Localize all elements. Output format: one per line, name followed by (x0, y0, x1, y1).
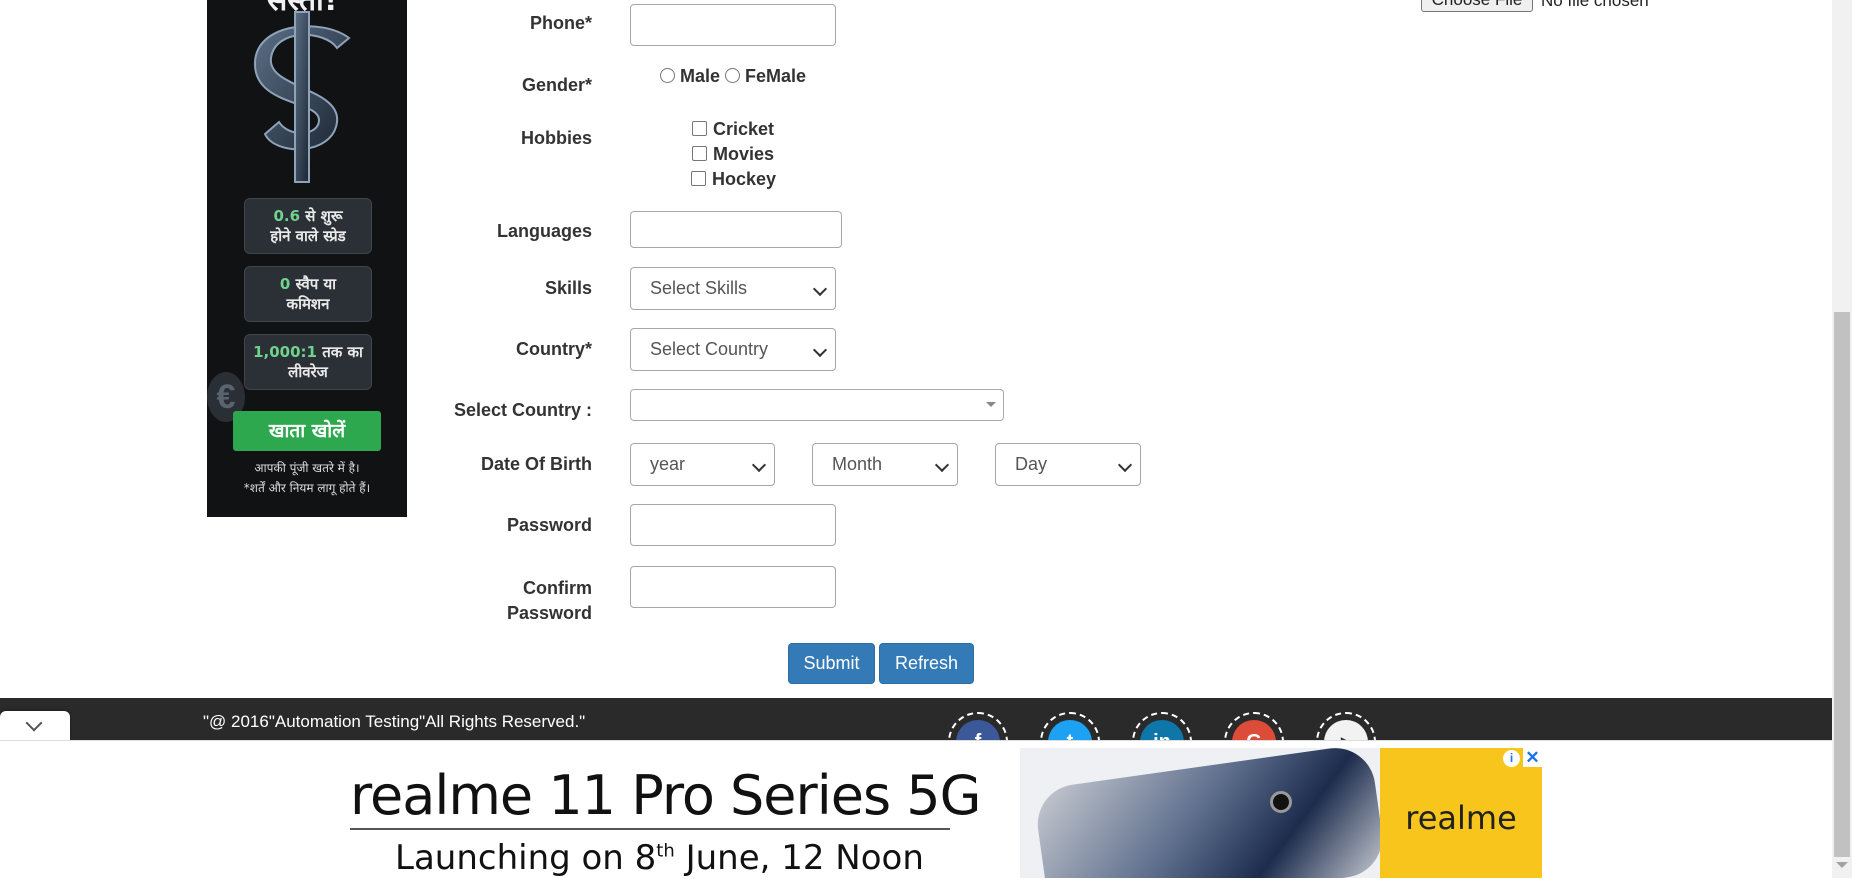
confirm-password-label: Confirm Password (507, 576, 592, 626)
ad-disclaimer-line-2: *शर्तें और नियम लागू होते हैं। (243, 481, 371, 495)
ad-sub-post: June, 12 Noon (674, 838, 924, 878)
bottom-advertisement[interactable]: realme 11 Pro Series 5G Launching on 8th… (287, 748, 1542, 878)
ad-spread-text: से शुरू (300, 207, 343, 225)
phone-label: Phone* (529, 13, 592, 33)
ad-leverage-box: 1,000:1 तक का लीवरेज (244, 334, 372, 390)
hobby-hockey-option[interactable]: Hockey (691, 169, 776, 190)
chevron-down-icon (934, 457, 950, 473)
confirm-password-input[interactable] (630, 566, 836, 608)
ad-headline: realme 11 Pro Series 5G (350, 764, 981, 827)
footer: "@ 2016"Automation Testing"All Rights Re… (0, 698, 1832, 740)
languages-label: Languages (496, 221, 592, 241)
ad-spread-text-2: होने वाले स्प्रेड (270, 227, 346, 245)
ad-disclaimer: आपकी पूंजी खतरे में है। *शर्तें और नियम … (207, 458, 407, 498)
password-label: Password (506, 515, 592, 535)
chevron-down-icon (812, 281, 828, 297)
hobbies-label: Hobbies (520, 128, 592, 148)
left-advertisement[interactable]: सस्ता! 0.6 से शुरू होने वाले स्प्रेड 0 स… (207, 0, 407, 517)
ad-open-account-button[interactable]: खाता खोलें (233, 411, 381, 451)
ad-sub-sup: th (656, 840, 675, 862)
chevron-down-icon (751, 457, 767, 473)
dollar-icon (253, 11, 351, 183)
submit-button[interactable]: Submit (788, 643, 875, 684)
ad-phone-image (1020, 748, 1380, 878)
gender-female-option[interactable]: FeMale (725, 66, 806, 87)
dob-year-select[interactable]: year (630, 443, 775, 486)
languages-input[interactable] (630, 211, 842, 248)
scroll-down-arrow-icon[interactable] (1836, 862, 1848, 868)
hobby-movies-checkbox[interactable] (692, 146, 707, 161)
gender-label: Gender* (521, 75, 592, 95)
scrollbar-thumb[interactable] (1834, 312, 1850, 857)
confirm-password-label-line-1: Confirm (523, 578, 592, 598)
ad-spread-number: 0.6 (273, 207, 301, 225)
collapse-ad-tab[interactable] (0, 711, 70, 740)
ad-leverage-text: तक का (316, 343, 363, 361)
refresh-button[interactable]: Refresh (879, 643, 974, 684)
gender-male-radio[interactable] (660, 68, 675, 83)
ad-swap-box: 0 स्वैप या कमिशन (244, 266, 372, 322)
select-country-combobox[interactable] (630, 389, 1004, 421)
gender-female-label: FeMale (745, 66, 807, 86)
country-label: Country* (516, 339, 592, 359)
ad-disclaimer-line-1: आपकी पूंजी खतरे में है। (254, 461, 360, 475)
gender-male-label: Male (680, 66, 721, 86)
hobby-hockey-checkbox[interactable] (691, 171, 706, 186)
ad-subheadline: Launching on 8th June, 12 Noon (395, 838, 924, 878)
chevron-down-icon (25, 714, 43, 732)
dob-month-select[interactable]: Month (812, 443, 958, 486)
skills-select-value: Select Skills (650, 278, 748, 298)
ad-swap-text: स्वैप या (290, 275, 337, 293)
dob-day-select[interactable]: Day (995, 443, 1141, 486)
hobby-cricket-label: Cricket (713, 119, 775, 139)
hobby-movies-label: Movies (713, 144, 775, 164)
select-country-label: Select Country : (453, 400, 592, 420)
phone-render (1032, 748, 1380, 878)
skills-label: Skills (544, 278, 592, 298)
confirm-password-label-line-2: Password (506, 603, 592, 623)
ad-leverage-text-2: लीवरेज (288, 363, 328, 381)
ad-close-icon[interactable]: ✕ (1523, 748, 1542, 767)
dob-label: Date Of Birth (480, 454, 592, 474)
gender-female-radio[interactable] (725, 68, 740, 83)
camera-lens (1270, 791, 1292, 813)
hobby-cricket-checkbox[interactable] (692, 121, 707, 136)
ad-brand-logo: realme (1380, 748, 1542, 878)
ad-info-icon[interactable]: i (1503, 750, 1520, 767)
choose-file-button[interactable]: Choose File (1421, 0, 1533, 12)
ad-divider (350, 828, 950, 830)
copyright-text: "@ 2016"Automation Testing"All Rights Re… (203, 712, 586, 731)
dob-year-value: year (650, 454, 686, 474)
ad-sub-pre: Launching on 8 (395, 838, 657, 878)
dob-month-value: Month (832, 454, 883, 474)
dob-day-value: Day (1015, 454, 1048, 474)
ad-swap-number: 0 (279, 275, 291, 293)
dropdown-arrow-icon (986, 402, 996, 407)
skills-select[interactable]: Select Skills (630, 267, 836, 310)
hobby-cricket-option[interactable]: Cricket (692, 119, 774, 140)
hobby-movies-option[interactable]: Movies (692, 144, 774, 165)
password-input[interactable] (630, 504, 836, 546)
phone-input[interactable] (630, 4, 836, 46)
ad-spread-box: 0.6 से शुरू होने वाले स्प्रेड (244, 198, 372, 254)
chevron-down-icon (1117, 457, 1133, 473)
file-status-text: No file chosen (1541, 0, 1649, 10)
hobby-hockey-label: Hockey (712, 169, 777, 189)
chevron-down-icon (812, 342, 828, 358)
ad-leverage-number: 1,000:1 (253, 343, 317, 361)
ad-swap-text-2: कमिशन (286, 295, 330, 313)
country-select[interactable]: Select Country (630, 328, 836, 371)
country-select-value: Select Country (650, 339, 769, 359)
gender-male-option[interactable]: Male (660, 66, 720, 87)
